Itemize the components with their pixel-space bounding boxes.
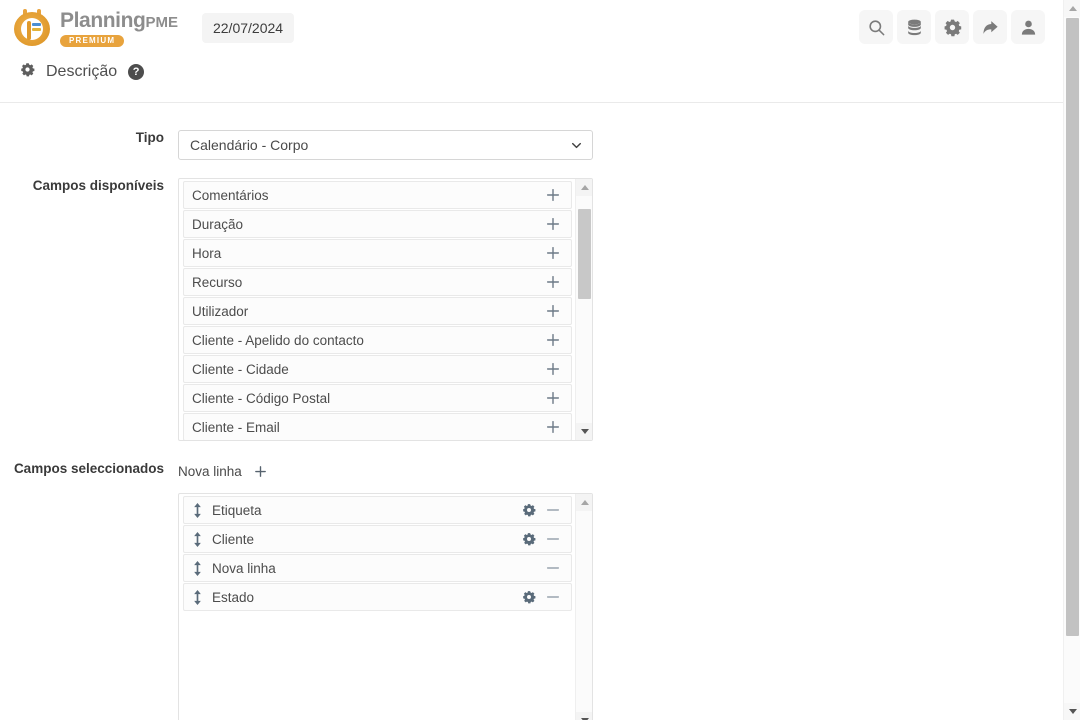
form-row-tipo: Tipo Calendário - Corpo [0, 130, 1063, 160]
plus-icon[interactable] [545, 332, 563, 348]
drag-vertical-icon[interactable] [192, 560, 203, 576]
available-field-row[interactable]: Utilizador [183, 297, 572, 325]
app-header: PlanningPME PREMIUM 22/07/2024 [0, 0, 1063, 55]
header-icon-group [859, 10, 1045, 44]
available-field-row[interactable]: Duração [183, 210, 572, 238]
available-field-row[interactable]: Cliente - Código Postal [183, 384, 572, 412]
selected-fields-list: Etiqueta Cliente Nova linha Estado [178, 493, 593, 720]
add-new-line-button[interactable]: Nova linha [178, 458, 1063, 484]
page-scrollbar-thumb[interactable] [1066, 18, 1079, 636]
available-field-label: Utilizador [192, 303, 249, 319]
plus-icon[interactable] [545, 303, 563, 319]
row-actions [522, 502, 563, 518]
available-field-label: Cliente - Cidade [192, 361, 289, 377]
available-field-row[interactable]: Comentários [183, 181, 572, 209]
gear-icon[interactable] [522, 532, 536, 546]
selected-field-label: Estado [212, 589, 255, 605]
minus-icon[interactable] [545, 531, 561, 547]
minus-icon[interactable] [545, 589, 561, 605]
selected-field-label: Etiqueta [212, 502, 262, 518]
header-divider [0, 102, 1063, 103]
plus-icon[interactable] [545, 274, 563, 290]
user-icon[interactable] [1011, 10, 1045, 44]
minus-icon[interactable] [545, 560, 561, 576]
available-field-row[interactable]: Cliente - Cidade [183, 355, 572, 383]
help-icon[interactable]: ? [128, 64, 145, 80]
gear-icon[interactable] [20, 62, 35, 82]
page-title: Descrição [46, 63, 118, 80]
available-field-row[interactable]: Recurso [183, 268, 572, 296]
available-fields-list: Comentários Duração Hora Recurso Utilizador C… [178, 178, 593, 441]
form-row-available: Campos disponíveis Comentários Duração Hor… [0, 178, 1063, 441]
selected-fields-label: Campos seleccionados [13, 461, 164, 476]
triangle-down-icon[interactable] [576, 423, 592, 440]
drag-vertical-icon[interactable] [192, 531, 203, 547]
selected-field-row[interactable]: Cliente [183, 525, 572, 553]
selected-field-row[interactable]: Nova linha [183, 554, 572, 582]
available-fields-label: Campos disponíveis [32, 178, 164, 193]
available-fields-rows: Comentários Duração Hora Recurso Utilizador C… [179, 179, 574, 440]
database-icon[interactable] [897, 10, 931, 44]
available-field-label: Hora [192, 245, 222, 261]
triangle-up-icon[interactable] [576, 494, 592, 511]
selected-fields-scrollbar[interactable] [575, 494, 592, 720]
available-field-label: Cliente - Email [192, 419, 280, 435]
form-row-selected: Campos seleccionados Nova linha Etiqueta… [0, 458, 1063, 720]
planningpme-logo-icon [12, 8, 52, 48]
tipo-label: Tipo [135, 130, 164, 145]
available-field-row[interactable]: Cliente - Email [183, 413, 572, 440]
triangle-up-icon[interactable] [1064, 0, 1080, 17]
plus-icon[interactable] [545, 245, 563, 261]
plus-icon[interactable] [545, 216, 563, 232]
logo-brand-main: Planning [60, 9, 146, 32]
plus-icon[interactable] [253, 464, 268, 479]
plus-icon[interactable] [545, 187, 563, 203]
selected-field-row[interactable]: Estado [183, 583, 572, 611]
drag-vertical-icon[interactable] [192, 589, 203, 605]
available-field-row[interactable]: Hora [183, 239, 572, 267]
available-field-label: Recurso [192, 274, 243, 290]
section-header: Descrição ? [0, 55, 1063, 89]
selected-field-label: Cliente [212, 531, 255, 547]
selected-field-label: Nova linha [212, 560, 276, 576]
gear-icon[interactable] [935, 10, 969, 44]
available-field-row[interactable]: Cliente - Apelido do contacto [183, 326, 572, 354]
triangle-down-icon[interactable] [576, 712, 592, 720]
gear-icon[interactable] [522, 590, 536, 604]
drag-vertical-icon[interactable] [192, 502, 203, 518]
description-form: Tipo Calendário - Corpo Campos disponíve… [0, 130, 1063, 720]
row-actions [522, 531, 563, 547]
forward-arrow-icon[interactable] [973, 10, 1007, 44]
add-new-line-label: Nova linha [178, 463, 242, 479]
available-field-label: Comentários [192, 187, 269, 203]
date-field[interactable]: 22/07/2024 [201, 12, 295, 43]
page-scrollbar[interactable] [1063, 0, 1080, 720]
available-field-label: Duração [192, 216, 244, 232]
triangle-up-icon[interactable] [576, 179, 592, 196]
row-actions [522, 589, 563, 605]
selected-fields-rows: Etiqueta Cliente Nova linha Estado [179, 494, 574, 720]
logo-text: PlanningPME PREMIUM [60, 8, 178, 47]
triangle-down-icon[interactable] [1064, 703, 1080, 720]
search-icon[interactable] [859, 10, 893, 44]
tipo-select[interactable]: Calendário - Corpo [178, 130, 593, 160]
selected-field-row[interactable]: Etiqueta [183, 496, 572, 524]
logo-premium-badge: PREMIUM [60, 35, 125, 47]
plus-icon[interactable] [545, 361, 563, 377]
page-viewport: PlanningPME PREMIUM 22/07/2024 Descrição… [0, 0, 1063, 720]
available-field-label: Cliente - Apelido do contacto [192, 332, 364, 348]
app-window: PlanningPME PREMIUM 22/07/2024 Descrição… [0, 0, 1080, 720]
available-field-label: Cliente - Código Postal [192, 390, 331, 406]
plus-icon[interactable] [545, 390, 563, 406]
logo-brand-suffix: PME [145, 14, 178, 31]
scrollbar-thumb[interactable] [578, 209, 591, 299]
row-actions [521, 560, 563, 576]
app-logo[interactable]: PlanningPME PREMIUM [12, 8, 178, 48]
minus-icon[interactable] [545, 502, 561, 518]
available-fields-scrollbar[interactable] [575, 179, 592, 440]
gear-icon[interactable] [522, 503, 536, 517]
plus-icon[interactable] [545, 419, 563, 435]
